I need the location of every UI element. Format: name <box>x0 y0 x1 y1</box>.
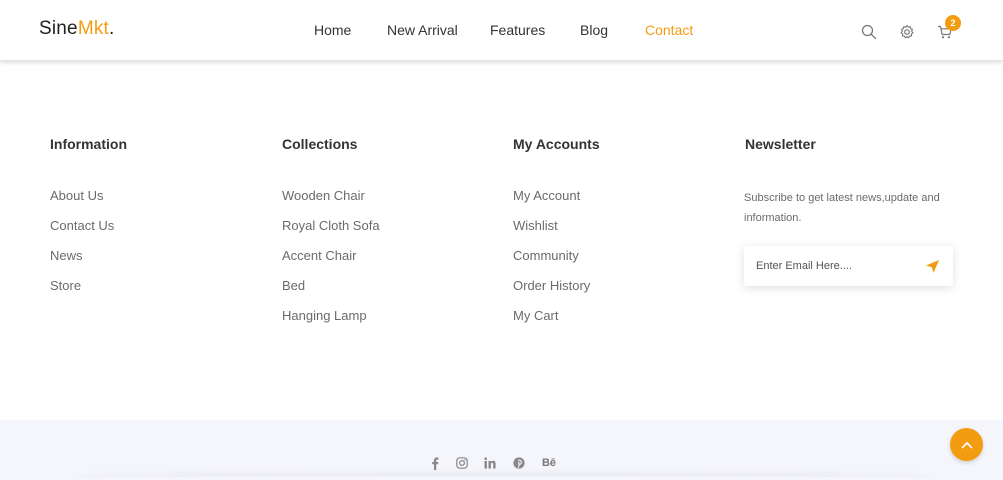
link-contact-us[interactable]: Contact Us <box>50 218 114 248</box>
link-wooden-chair[interactable]: Wooden Chair <box>282 188 380 218</box>
link-royal-cloth-sofa[interactable]: Royal Cloth Sofa <box>282 218 380 248</box>
chevron-up-icon <box>961 441 972 448</box>
newsletter-heading: Newsletter <box>745 136 816 152</box>
site-header: SineMkt. Home New Arrival Features Blog … <box>0 0 1003 61</box>
link-bed[interactable]: Bed <box>282 278 380 308</box>
behance-icon: Bē <box>541 457 557 469</box>
pinterest-link[interactable] <box>512 455 526 471</box>
linkedin-icon <box>484 457 496 469</box>
link-news[interactable]: News <box>50 248 114 278</box>
link-hanging-lamp[interactable]: Hanging Lamp <box>282 308 380 338</box>
linkedin-link[interactable] <box>483 455 497 471</box>
link-store[interactable]: Store <box>50 278 114 308</box>
nav-features[interactable]: Features <box>490 22 545 38</box>
back-to-top-button[interactable] <box>950 428 983 461</box>
search-button[interactable] <box>859 22 879 42</box>
cart-count-badge: 2 <box>945 15 961 31</box>
link-about-us[interactable]: About Us <box>50 188 114 218</box>
behance-link[interactable]: Bē <box>540 455 558 471</box>
link-order-history[interactable]: Order History <box>513 278 590 308</box>
nav-contact[interactable]: Contact <box>645 22 693 38</box>
collections-heading: Collections <box>282 136 358 152</box>
pinterest-icon <box>513 457 525 469</box>
search-icon <box>861 24 877 40</box>
accounts-heading: My Accounts <box>513 136 600 152</box>
nav-blog[interactable]: Blog <box>580 22 608 38</box>
instagram-icon <box>456 457 468 469</box>
subscribe-button[interactable] <box>922 257 942 275</box>
logo-accent: Mkt <box>77 18 110 39</box>
collections-column: Collections Wooden Chair Royal Cloth Sof… <box>282 136 380 323</box>
information-heading: Information <box>50 136 127 152</box>
link-my-account[interactable]: My Account <box>513 188 590 218</box>
email-input[interactable] <box>756 256 916 276</box>
settings-button[interactable] <box>897 22 917 42</box>
link-my-cart[interactable]: My Cart <box>513 308 590 338</box>
logo[interactable]: SineMkt. <box>39 18 115 40</box>
link-accent-chair[interactable]: Accent Chair <box>282 248 380 278</box>
facebook-icon <box>432 457 439 470</box>
accounts-column: My Accounts My Account Wishlist Communit… <box>513 136 600 323</box>
newsletter-form <box>744 246 953 286</box>
nav-home[interactable]: Home <box>314 22 351 38</box>
logo-main: Sine <box>39 18 78 39</box>
information-column: Information About Us Contact Us News Sto… <box>50 136 127 293</box>
facebook-link[interactable] <box>429 455 441 471</box>
link-wishlist[interactable]: Wishlist <box>513 218 590 248</box>
footer-bottom-bar <box>0 420 1003 480</box>
newsletter-description: Subscribe to get latest news,update and … <box>744 192 940 224</box>
link-community[interactable]: Community <box>513 248 590 278</box>
gear-icon <box>900 24 914 39</box>
footer-shadow <box>70 476 940 480</box>
send-icon <box>925 259 939 273</box>
logo-dot: . <box>109 18 115 39</box>
newsletter-column: Newsletter <box>745 136 816 152</box>
nav-new-arrival[interactable]: New Arrival <box>387 22 458 38</box>
instagram-link[interactable] <box>455 455 469 471</box>
